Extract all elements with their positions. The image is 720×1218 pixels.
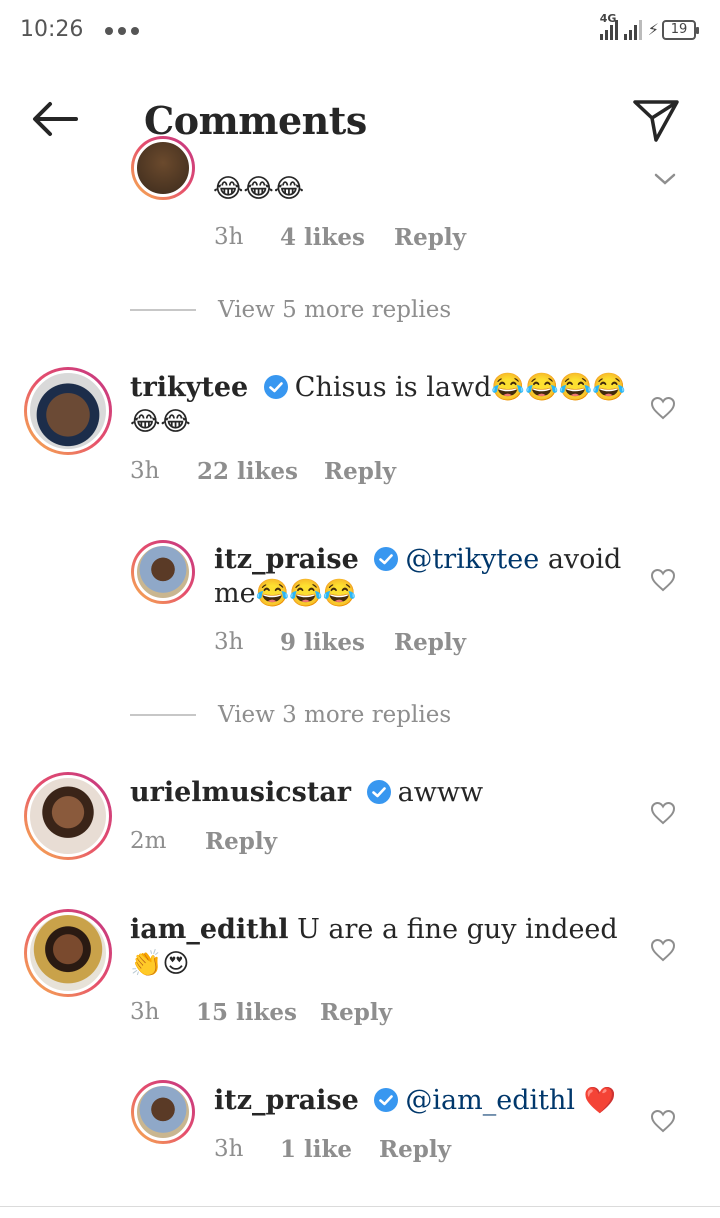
status-time: 10:26 [20, 17, 84, 42]
comment-username[interactable]: iam_edithl [130, 914, 289, 945]
comment-username[interactable]: itz_praise [214, 1085, 359, 1116]
status-indicators: 4G ⚡ 19 [599, 12, 699, 40]
likes-count[interactable]: 1 like [280, 1136, 379, 1163]
comment-time: 3h [214, 1136, 244, 1162]
view-more-replies-button[interactable]: View 3 more replies [130, 702, 451, 728]
more-notifications-icon [105, 27, 139, 35]
heart-outline-icon[interactable] [650, 1109, 676, 1133]
comment-time: 3h [130, 999, 160, 1025]
mention-link[interactable]: @trikytee [405, 544, 539, 575]
reply-button[interactable]: Reply [324, 458, 396, 485]
status-bar: 10:26 4G ⚡ 19 [0, 0, 720, 64]
avatar[interactable] [24, 367, 112, 455]
comment-time: 3h [214, 224, 244, 250]
heart-outline-icon[interactable] [650, 568, 676, 592]
avatar[interactable] [131, 1080, 195, 1144]
comment-text-cont: 👏😍 [130, 949, 190, 979]
mention-link[interactable]: @iam_edithl [405, 1085, 575, 1116]
verified-badge-icon [366, 780, 391, 804]
heart-outline-icon[interactable] [650, 396, 676, 420]
verified-badge-icon [263, 375, 288, 399]
comment-username[interactable]: trikytee [130, 372, 248, 403]
signal-strength-2-icon [623, 18, 642, 40]
comment-time: 2m [130, 828, 167, 854]
reply-button[interactable]: Reply [379, 1136, 451, 1163]
comment-text: awww [397, 777, 484, 808]
comment-username[interactable]: itz_praise [214, 544, 359, 575]
verified-badge-icon [374, 547, 399, 571]
heart-outline-icon[interactable] [650, 938, 676, 962]
comment-text-cont: 😂😂 [130, 407, 191, 437]
comment-text: U are a fine guy indeed [297, 914, 618, 945]
reply-button[interactable]: Reply [205, 828, 277, 855]
likes-count[interactable]: 15 likes [196, 999, 320, 1026]
avatar[interactable] [131, 540, 195, 604]
chevron-down-icon[interactable] [654, 172, 676, 186]
likes-count[interactable]: 9 likes [280, 629, 394, 656]
comment-time: 3h [130, 458, 160, 484]
comment-text-cont: me😂😂😂 [214, 578, 357, 609]
network-type: 4G [599, 12, 617, 25]
battery-icon: ⚡ 19 [648, 20, 699, 40]
reply-button[interactable]: Reply [394, 224, 466, 251]
likes-count[interactable]: 4 likes [280, 224, 394, 251]
comment-time: 3h [214, 629, 244, 655]
comment-text: ❤️ [583, 1086, 616, 1116]
paper-plane-icon[interactable] [632, 96, 680, 144]
header: Comments [0, 64, 720, 174]
likes-count[interactable]: 22 likes [197, 458, 324, 485]
view-more-replies-button[interactable]: View 5 more replies [130, 297, 451, 323]
page-title: Comments [144, 98, 367, 143]
view-more-label: View 5 more replies [218, 297, 452, 323]
comment-text: avoid [547, 544, 622, 575]
reply-button[interactable]: Reply [394, 629, 466, 656]
battery-level: 19 [662, 20, 699, 40]
comment-text: 😂😂😂 [213, 174, 305, 204]
reply-button[interactable]: Reply [320, 999, 392, 1026]
divider [0, 1206, 720, 1207]
verified-badge-icon [374, 1088, 399, 1112]
comment-username[interactable]: urielmusicstar [130, 777, 351, 808]
comment-text: Chisus is lawd😂😂😂😂 [294, 372, 626, 403]
avatar[interactable] [131, 136, 195, 200]
heart-outline-icon[interactable] [650, 801, 676, 825]
avatar[interactable] [24, 772, 112, 860]
view-more-label: View 3 more replies [218, 702, 452, 728]
avatar[interactable] [24, 909, 112, 997]
arrow-left-icon[interactable] [30, 99, 80, 139]
